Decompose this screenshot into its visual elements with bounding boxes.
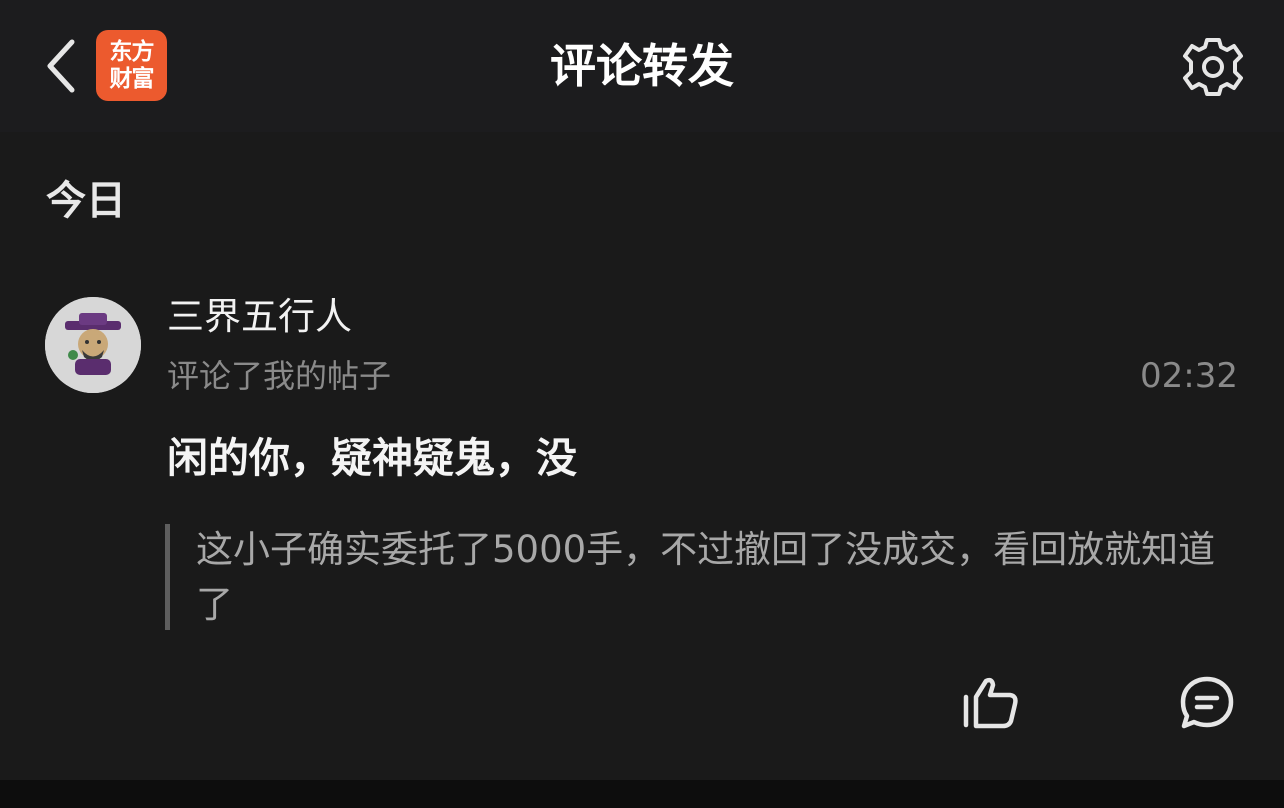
bottom-divider — [0, 780, 1284, 808]
page-title: 评论转发 — [550, 39, 734, 93]
timestamp: 02:32 — [1140, 356, 1238, 396]
username[interactable]: 三界五行人 — [167, 292, 352, 342]
gear-icon — [1183, 38, 1243, 96]
quoted-post[interactable]: 这小子确实委托了5000手，不过撤回了没成交，看回放就知道了 — [165, 522, 1230, 632]
thumbs-up-icon — [963, 677, 1018, 729]
date-section-header: 今日 — [46, 178, 126, 224]
comment-content[interactable]: 闲的你，疑神疑鬼，没 — [167, 428, 577, 488]
comment-bubble-icon — [1180, 676, 1234, 729]
top-navigation-bar: 东方 财富 评论转发 — [0, 0, 1284, 132]
reply-button[interactable] — [1174, 670, 1240, 736]
quote-bar — [165, 524, 170, 630]
notification-list: 今日 三界五行人 评论了我的帖子 02:32 闲的你，疑神疑鬼，没 这小子确实委… — [0, 132, 1284, 780]
avatar-illustration — [45, 297, 141, 393]
settings-button[interactable] — [1178, 34, 1248, 100]
action-description: 评论了我的帖子 — [167, 357, 392, 395]
like-button[interactable] — [958, 670, 1024, 736]
user-avatar[interactable] — [45, 297, 141, 393]
quoted-post-text: 这小子确实委托了5000手，不过撤回了没成交，看回放就知道了 — [196, 528, 1216, 626]
